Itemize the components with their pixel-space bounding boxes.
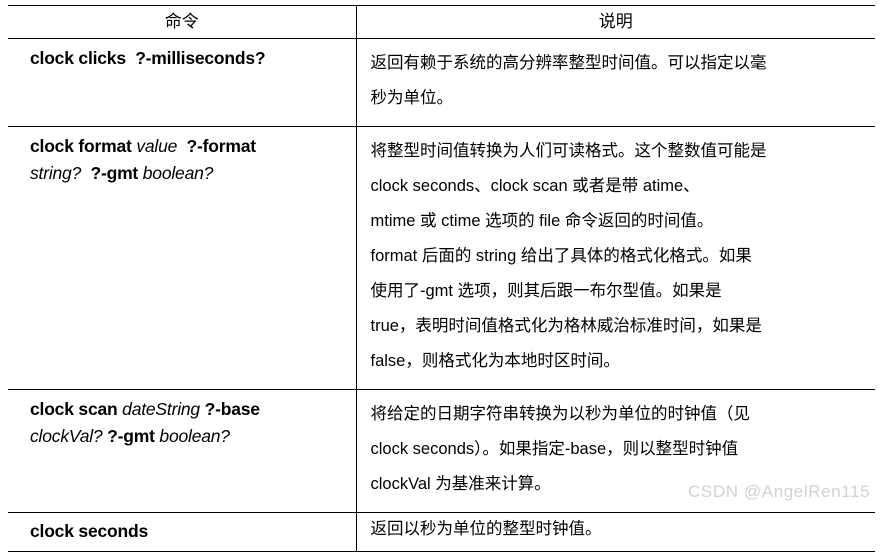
- command-syntax: clock seconds: [8, 513, 356, 551]
- command-token-italic: boolean?: [142, 163, 214, 183]
- watermark-text: CSDN @AngelRen115: [688, 482, 871, 501]
- description-line: 秒为单位。: [370, 89, 454, 107]
- column-header-description-label: 说明: [598, 12, 633, 31]
- table-row: clock clicks ?-milliseconds? 返回有赖于系统的高分辨率…: [8, 38, 876, 127]
- command-cell-clock-seconds: clock seconds: [8, 512, 357, 552]
- command-token-italic: boolean?: [159, 426, 230, 446]
- description-line: false，则格式化为本地时区时间。: [370, 352, 620, 370]
- description-text: 将整型时间值转换为人们可读格式。这个整数值可能是 clock seconds、cl…: [357, 127, 876, 389]
- description-line: 将给定的日期字符串转换为以秒为单位的时钟值（见: [370, 405, 751, 423]
- command-syntax: clock scan dateString ?-base clockVal? ?-…: [8, 390, 356, 458]
- description-line: clock seconds、clock scan 或者是带 atime、: [370, 177, 700, 195]
- command-token-bold: clock seconds: [30, 521, 149, 541]
- command-token-bold: clock scan: [30, 399, 123, 419]
- description-line: mtime 或 ctime 选项的 file 命令返回的时间值。: [370, 212, 714, 230]
- column-header-command-label: 命令: [164, 12, 199, 31]
- command-token-italic: clockVal?: [30, 426, 103, 446]
- command-cell-clock-clicks: clock clicks ?-milliseconds?: [8, 38, 357, 127]
- command-token-italic: value: [136, 136, 178, 156]
- command-token-plain: [177, 136, 186, 156]
- description-line: format 后面的 string 给出了具体的格式化格式。如果: [370, 247, 752, 265]
- command-token-bold: clock clicks ?-milliseconds?: [30, 48, 266, 68]
- description-cell-clock-format: 将整型时间值转换为人们可读格式。这个整数值可能是 clock seconds、cl…: [356, 126, 876, 390]
- table-header-row: 命令 说明: [8, 5, 875, 39]
- description-cell-clock-seconds: 返回以秒为单位的整型时钟值。: [356, 512, 876, 552]
- command-token-bold: ?-base: [204, 399, 260, 419]
- description-text: 返回有赖于系统的高分辨率整型时间值。可以指定以毫 秒为单位。: [357, 39, 876, 126]
- table-row: clock seconds 返回以秒为单位的整型时钟值。: [8, 512, 876, 552]
- command-token-bold: clock format: [30, 136, 137, 156]
- command-reference-table: 命令 说明 clock clicks ?-milliseconds? 返回有赖于系…: [8, 5, 875, 552]
- command-token-italic: string?: [30, 163, 82, 183]
- command-syntax: clock clicks ?-milliseconds?: [8, 39, 356, 96]
- command-token-italic: dateString: [122, 399, 200, 419]
- description-line: 返回以秒为单位的整型时钟值。: [370, 520, 602, 538]
- command-token-bold: ?-gmt: [90, 163, 139, 183]
- description-line: clock seconds）。如果指定-base，则以整型时钟值: [370, 440, 739, 458]
- table-body: clock clicks ?-milliseconds? 返回有赖于系统的高分辨率…: [8, 38, 876, 552]
- column-header-description: 说明: [356, 5, 875, 39]
- description-line: 使用了-gmt 选项，则其后跟一布尔型值。如果是: [370, 282, 722, 300]
- column-header-command: 命令: [8, 5, 357, 39]
- command-syntax: clock format value ?-format string? ?-gmt…: [8, 127, 356, 195]
- command-token-bold: ?-gmt: [107, 426, 155, 446]
- table-row: clock format value ?-format string? ?-gmt…: [8, 126, 876, 390]
- description-line: 返回有赖于系统的高分辨率整型时间值。可以指定以毫: [370, 54, 767, 72]
- description-text: 返回以秒为单位的整型时钟值。: [357, 513, 876, 548]
- command-token-bold: ?-format: [186, 136, 257, 156]
- description-line: 将整型时间值转换为人们可读格式。这个整数值可能是: [370, 142, 767, 160]
- command-cell-clock-format: clock format value ?-format string? ?-gmt…: [8, 126, 357, 390]
- description-line: true，表明时间值格式化为格林威治标准时间，如果是: [370, 317, 762, 335]
- command-cell-clock-scan: clock scan dateString ?-base clockVal? ?-…: [8, 389, 357, 513]
- description-cell-clock-clicks: 返回有赖于系统的高分辨率整型时间值。可以指定以毫 秒为单位。: [356, 38, 876, 127]
